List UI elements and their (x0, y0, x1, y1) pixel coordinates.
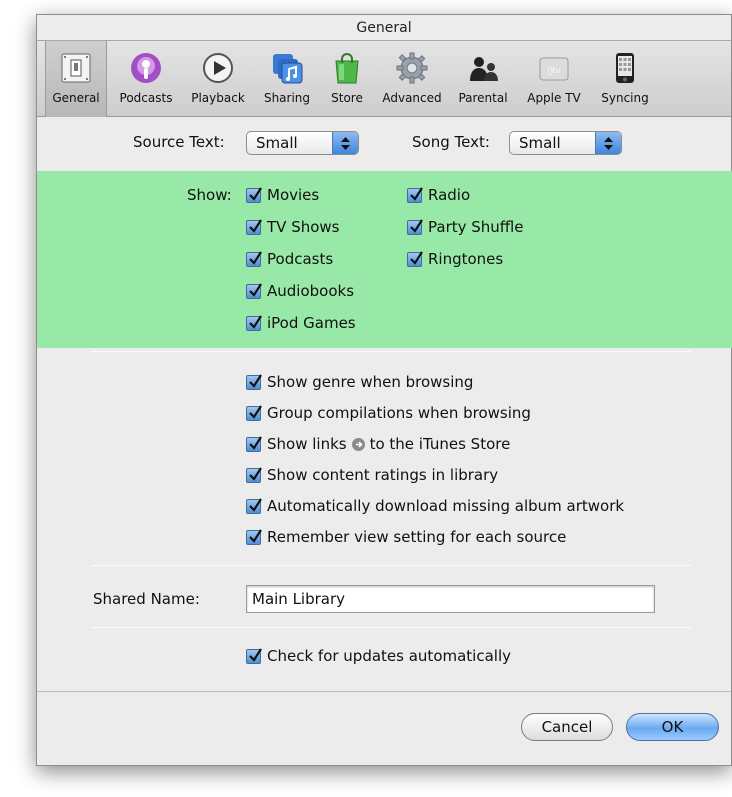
tab-advanced-label: Advanced (382, 91, 442, 105)
checkmark-icon (246, 528, 262, 545)
tab-apple-tv-label: Apple TV (527, 91, 581, 105)
show-ipod-games-checkbox[interactable]: iPod Games (246, 314, 356, 332)
show-tv-shows-checkbox[interactable]: TV Shows (246, 218, 339, 236)
cancel-button[interactable]: Cancel (521, 713, 613, 741)
advanced-icon (396, 52, 428, 84)
show-ringtones-label: Ringtones (428, 250, 504, 268)
divider (91, 351, 691, 352)
checkmark-icon (246, 647, 262, 664)
tab-general[interactable]: General (45, 41, 107, 117)
song-text-value: Small (519, 134, 561, 152)
checkmark-icon (246, 373, 262, 390)
show-podcasts-checkbox[interactable]: Podcasts (246, 250, 333, 268)
show-links-label-suffix: to the iTunes Store (369, 435, 511, 453)
tab-sharing-label: Sharing (263, 91, 311, 105)
show-radio-label: Radio (428, 186, 471, 204)
source-text-popup[interactable]: Small (246, 131, 359, 155)
group-compilations-checkbox[interactable]: Group compilations when browsing (246, 404, 531, 422)
source-text-value: Small (256, 134, 298, 152)
tab-podcasts-label: Podcasts (119, 91, 173, 105)
checkmark-icon (407, 218, 423, 235)
show-movies-checkbox[interactable]: Movies (246, 186, 319, 204)
show-ringtones-checkbox[interactable]: Ringtones (407, 250, 503, 268)
checkmark-icon (246, 250, 262, 267)
sharing-icon (273, 54, 303, 84)
show-links-checkbox[interactable]: Show links to the iTunes Store (246, 435, 510, 453)
group-compilations-label: Group compilations when browsing (267, 404, 531, 422)
tab-playback[interactable]: Playback (183, 41, 253, 117)
tab-parental[interactable]: Parental (451, 41, 515, 117)
checkmark-icon (407, 186, 423, 203)
show-genre-label: Show genre when browsing (267, 373, 474, 391)
divider (91, 565, 691, 566)
preferences-toolbar: General Podcasts Playback Sharing Store … (37, 41, 731, 117)
song-text-label: Song Text: (412, 133, 490, 151)
tab-playback-label: Playback (191, 91, 245, 105)
syncing-icon (616, 53, 634, 83)
tab-parental-label: Parental (458, 91, 508, 105)
tab-apple-tv[interactable]: tv Apple TV (517, 41, 591, 117)
check-updates-checkbox[interactable]: Check for updates automatically (246, 647, 511, 665)
divider (91, 627, 691, 628)
show-genre-checkbox[interactable]: Show genre when browsing (246, 373, 473, 391)
checkmark-icon (246, 435, 262, 452)
svg-text:tv: tv (548, 66, 561, 75)
preferences-window: General General Podcasts Playback Sharin… (36, 14, 732, 766)
tab-sharing[interactable]: Sharing (255, 41, 319, 117)
checkmark-icon (246, 186, 262, 203)
playback-icon (203, 53, 233, 83)
popup-arrows-icon (595, 132, 621, 154)
show-audiobooks-label: Audiobooks (267, 282, 355, 300)
show-radio-checkbox[interactable]: Radio (407, 186, 470, 204)
remember-view-label: Remember view setting for each source (267, 528, 567, 546)
tab-advanced[interactable]: Advanced (375, 41, 449, 117)
checkmark-icon (246, 282, 262, 299)
checkmark-icon (246, 218, 262, 235)
checkmark-icon (246, 466, 262, 483)
apple-tv-icon: tv (539, 57, 569, 81)
show-audiobooks-checkbox[interactable]: Audiobooks (246, 282, 354, 300)
checkmark-icon (246, 404, 262, 421)
tab-store[interactable]: Store (321, 41, 373, 117)
show-party-shuffle-checkbox[interactable]: Party Shuffle (407, 218, 524, 236)
checkmark-icon (246, 314, 262, 331)
general-icon (61, 53, 91, 83)
window-title: General (37, 15, 731, 41)
checkmark-icon (407, 250, 423, 267)
parental-icon (470, 57, 498, 81)
tab-store-label: Store (331, 91, 363, 105)
show-tv-shows-label: TV Shows (267, 218, 340, 236)
tab-syncing[interactable]: Syncing (593, 41, 657, 117)
shared-name-field[interactable]: Main Library (246, 585, 655, 613)
checkmark-icon (246, 497, 262, 514)
show-section: Show: Movies TV Shows Podcasts Audiobook… (37, 171, 732, 348)
show-movies-label: Movies (267, 186, 320, 204)
popup-arrows-icon (332, 132, 358, 154)
show-label: Show: (187, 186, 232, 204)
show-podcasts-label: Podcasts (267, 250, 334, 268)
podcasts-icon (131, 53, 161, 83)
show-party-shuffle-label: Party Shuffle (428, 218, 524, 236)
store-link-arrow-icon (351, 437, 365, 451)
tab-syncing-label: Syncing (601, 91, 649, 105)
download-artwork-label: Automatically download missing album art… (267, 497, 625, 515)
show-ratings-checkbox[interactable]: Show content ratings in library (246, 466, 498, 484)
store-icon (335, 53, 359, 84)
show-ipod-games-label: iPod Games (267, 314, 356, 332)
tab-podcasts[interactable]: Podcasts (111, 41, 181, 117)
tab-general-label: General (52, 91, 100, 105)
download-artwork-checkbox[interactable]: Automatically download missing album art… (246, 497, 624, 515)
general-pane: Source Text: Small Song Text: Small Show… (37, 119, 732, 765)
divider (37, 691, 731, 692)
show-links-label-prefix: Show links (267, 435, 347, 453)
song-text-popup[interactable]: Small (509, 131, 622, 155)
check-updates-label: Check for updates automatically (267, 647, 511, 665)
show-ratings-label: Show content ratings in library (267, 466, 499, 484)
remember-view-checkbox[interactable]: Remember view setting for each source (246, 528, 566, 546)
ok-button[interactable]: OK (626, 713, 719, 741)
shared-name-label: Shared Name: (93, 590, 200, 608)
source-text-label: Source Text: (133, 133, 225, 151)
